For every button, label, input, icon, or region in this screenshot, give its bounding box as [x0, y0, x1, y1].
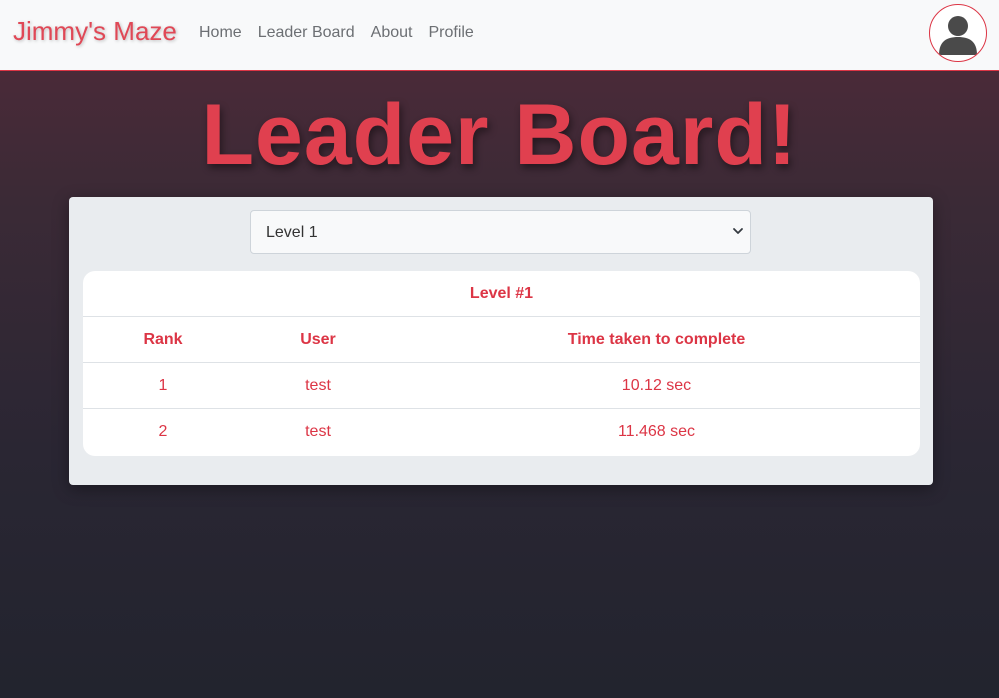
nav-links: Home Leader Board About Profile: [199, 24, 474, 42]
navbar: Jimmy's Maze Home Leader Board About Pro…: [0, 0, 999, 71]
user-cell: test: [305, 423, 331, 440]
time-cell: 11.468 sec: [617, 423, 696, 440]
brand-link[interactable]: Jimmy's Maze: [13, 16, 177, 47]
level-select[interactable]: Level 1: [250, 210, 751, 254]
rank-cell: 2: [158, 423, 168, 440]
level-select-value: Level 1: [266, 224, 318, 241]
user-avatar-icon: [939, 16, 977, 55]
table-row: 1 test 10.12 sec: [83, 363, 920, 409]
nav-home-link[interactable]: Home: [199, 24, 242, 42]
leaderboard-table: Level #1 Rank User Time taken to complet…: [83, 271, 920, 456]
user-cell: test: [305, 377, 331, 394]
header-user: User: [300, 331, 336, 348]
nav-profile-link[interactable]: Profile: [428, 24, 473, 42]
nav-about-link[interactable]: About: [371, 24, 413, 42]
table-caption-row: Level #1: [83, 271, 920, 317]
header-rank: Rank: [143, 331, 183, 348]
profile-avatar-button[interactable]: [929, 4, 987, 62]
table-caption: Level #1: [469, 285, 534, 302]
table-header-row: Rank User Time taken to complete: [83, 317, 920, 363]
table-row: 2 test 11.468 sec: [83, 409, 920, 455]
leaderboard-panel: Level 1 Level #1 Rank User Time taken to…: [69, 197, 933, 485]
chevron-down-icon: [733, 228, 743, 234]
nav-leaderboard-link[interactable]: Leader Board: [258, 24, 355, 42]
time-cell: 10.12 sec: [621, 377, 692, 394]
header-time: Time taken to complete: [567, 331, 746, 348]
rank-cell: 1: [158, 377, 168, 394]
page-title: Leader Board!: [201, 87, 798, 183]
